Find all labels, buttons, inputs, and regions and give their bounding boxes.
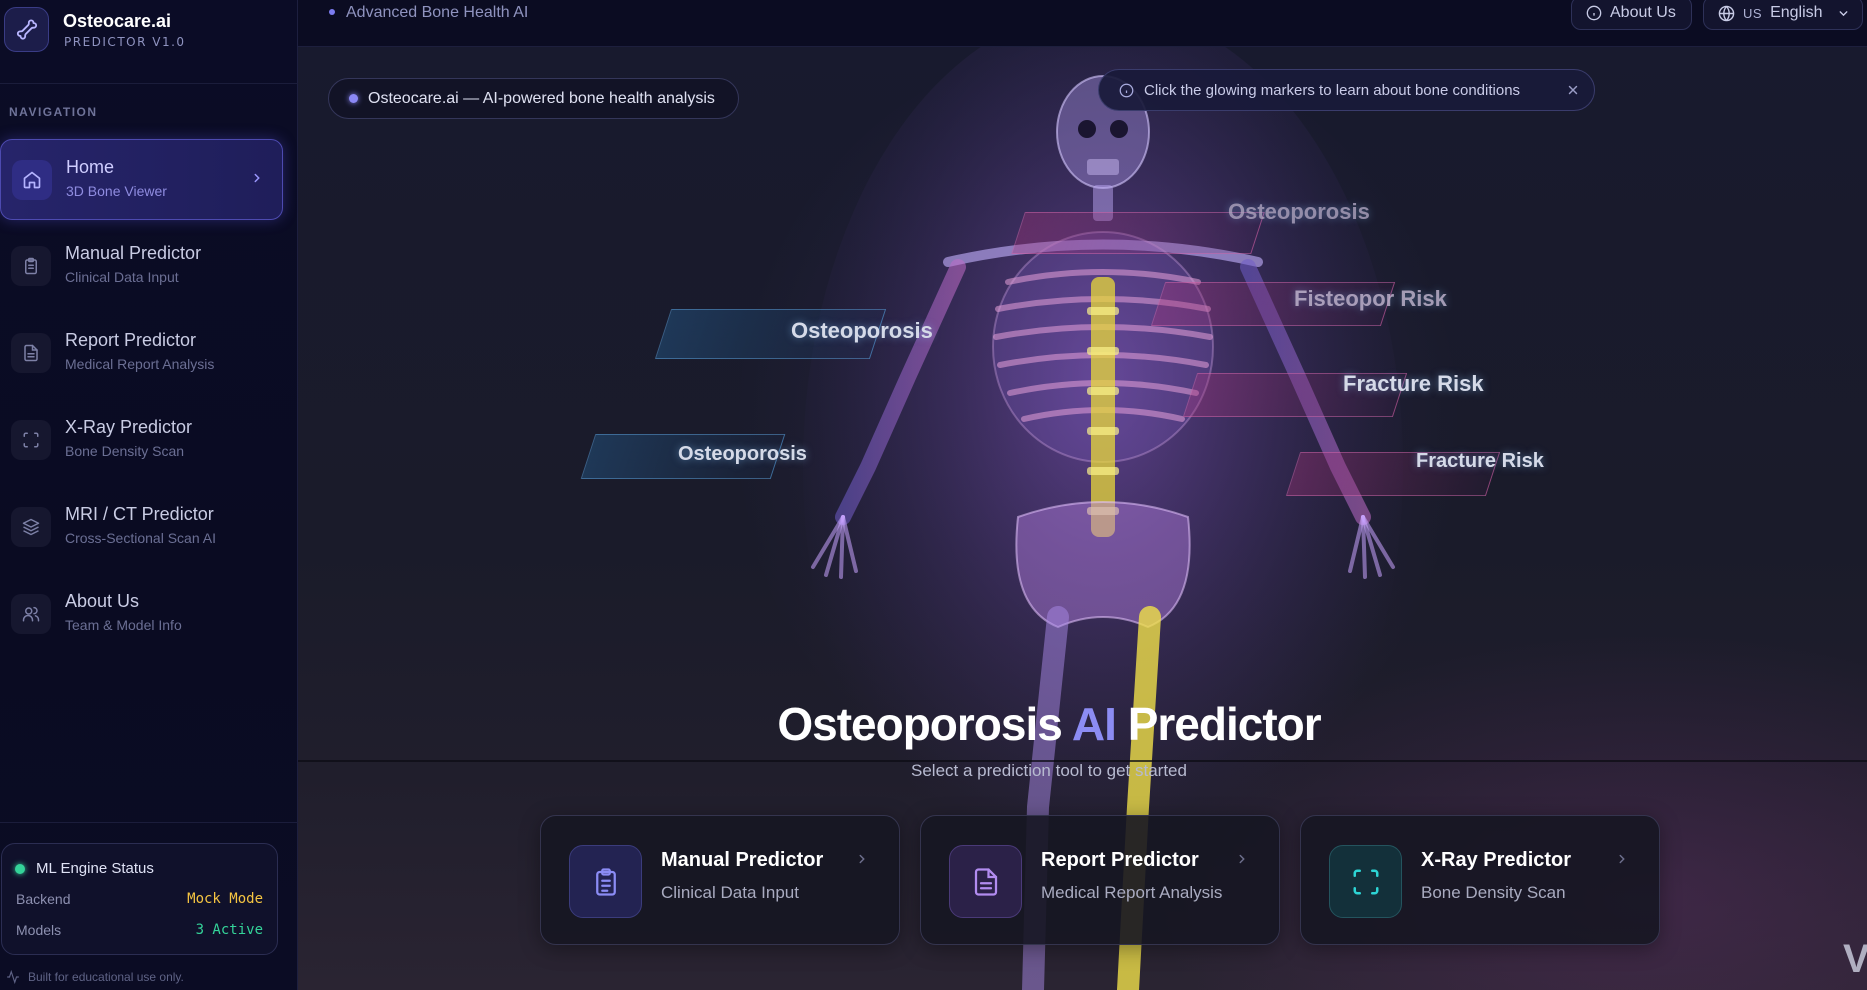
card-title: Manual Predictor <box>661 849 824 871</box>
card-subtitle: Bone Density Scan <box>1421 883 1566 902</box>
sidebar-item-report-predictor[interactable]: Report Predictor Medical Report Analysis <box>0 313 283 394</box>
sidebar-item-subtitle: Medical Report Analysis <box>65 356 215 372</box>
chevron-right-icon <box>250 171 264 190</box>
card-manual-predictor[interactable]: Manual Predictor Clinical Data Input <box>540 815 900 945</box>
brand-title: Osteocare.ai <box>63 11 172 31</box>
main-content: Osteoporosis Osteoporosis Osteoporosis F… <box>298 0 1867 990</box>
language-selector[interactable]: US English <box>1703 0 1863 30</box>
footer-text: Built for educational use only. <box>28 970 184 984</box>
topbar-dot <box>329 9 335 15</box>
topbar: Advanced Bone Health AI About Us US Engl… <box>298 0 1867 47</box>
document-icon <box>949 845 1022 918</box>
hologram-label: Osteoporosis <box>678 443 807 465</box>
hologram-label: Fisteopor Risk <box>1294 286 1447 311</box>
footer-note: Built for educational use only. <box>6 970 184 984</box>
scan-icon <box>11 420 51 460</box>
sidebar-item-mri-ct-predictor[interactable]: MRI / CT Predictor Cross-Sectional Scan … <box>0 487 283 568</box>
nav-section-label: NAVIGATION <box>9 105 98 119</box>
sidebar-item-title: Home <box>66 157 115 177</box>
sidebar-item-subtitle: 3D Bone Viewer <box>66 183 167 199</box>
sidebar: Osteocare.ai PREDICTOR V1.0 NAVIGATION H… <box>0 0 298 990</box>
sidebar-item-subtitle: Cross-Sectional Scan AI <box>65 530 216 546</box>
users-icon <box>11 594 51 634</box>
backend-label: Backend <box>16 891 71 907</box>
page-title-accent: AI <box>1071 698 1117 750</box>
home-icon <box>12 160 52 200</box>
sidebar-item-title: Manual Predictor <box>65 243 202 263</box>
sidebar-item-title: About Us <box>65 591 140 611</box>
document-icon <box>11 333 51 373</box>
sidebar-item-home[interactable]: Home 3D Bone Viewer <box>0 139 283 220</box>
brand-subtitle: PREDICTOR V1.0 <box>64 35 186 49</box>
globe-icon <box>1718 5 1735 21</box>
card-title: Report Predictor <box>1041 849 1199 871</box>
sidebar-item-xray-predictor[interactable]: X-Ray Predictor Bone Density Scan <box>0 400 283 481</box>
status-indicator <box>15 864 25 874</box>
page-title: Osteoporosis AI Predictor <box>298 697 1800 751</box>
hologram-label: Fracture Risk <box>1343 371 1484 396</box>
sidebar-item-title: MRI / CT Predictor <box>65 504 214 524</box>
ml-engine-status-card: ML Engine Status Backend Mock Mode Model… <box>1 843 278 955</box>
card-title: X-Ray Predictor <box>1421 849 1572 871</box>
chevron-right-icon <box>855 852 869 871</box>
sidebar-item-title: Report Predictor <box>65 330 197 350</box>
info-icon <box>1119 83 1134 97</box>
sidebar-item-manual-predictor[interactable]: Manual Predictor Clinical Data Input <box>0 226 283 307</box>
scan-icon <box>1329 845 1402 918</box>
hint-banner: Click the glowing markers to learn about… <box>1098 69 1595 111</box>
intro-pill-text: Osteocare.ai — AI-powered bone health an… <box>368 89 715 107</box>
chevron-right-icon <box>1235 852 1249 871</box>
activity-icon <box>7 970 19 984</box>
about-us-button[interactable]: About Us <box>1571 0 1692 30</box>
watermark-text: V <box>1843 937 1867 981</box>
card-subtitle: Medical Report Analysis <box>1041 883 1223 902</box>
models-value: 3 Active <box>195 922 263 938</box>
hologram-label: Fracture Risk <box>1416 450 1544 472</box>
hologram-label: Osteoporosis <box>1228 199 1370 224</box>
chevron-right-icon <box>1615 852 1629 871</box>
language-code: US <box>1743 5 1763 21</box>
sidebar-divider <box>0 822 298 823</box>
card-xray-predictor[interactable]: X-Ray Predictor Bone Density Scan <box>1300 815 1660 945</box>
backend-value: Mock Mode <box>187 891 263 907</box>
chevron-down-icon <box>1839 10 1847 16</box>
page-title-part2: Predictor <box>1127 698 1322 750</box>
sidebar-item-subtitle: Bone Density Scan <box>65 443 185 459</box>
page-title-part1: Osteoporosis <box>777 698 1063 750</box>
clipboard-icon <box>569 845 642 918</box>
hologram-label: Osteoporosis <box>791 318 933 343</box>
sidebar-item-about-us[interactable]: About Us Team & Model Info <box>0 574 283 655</box>
clipboard-icon <box>11 246 51 286</box>
card-report-predictor[interactable]: Report Predictor Medical Report Analysis <box>920 815 1280 945</box>
pill-dot <box>349 94 358 103</box>
intro-pill: Osteocare.ai — AI-powered bone health an… <box>328 78 739 119</box>
models-label: Models <box>16 922 62 938</box>
layers-icon <box>11 507 51 547</box>
topbar-title: Advanced Bone Health AI <box>346 4 529 21</box>
sidebar-item-title: X-Ray Predictor <box>65 417 193 437</box>
page-subtitle: Select a prediction tool to get started <box>911 761 1187 780</box>
card-subtitle: Clinical Data Input <box>661 883 799 902</box>
about-us-label: About Us <box>1610 4 1676 21</box>
bone-icon[interactable] <box>4 7 49 52</box>
hint-text: Click the glowing markers to learn about… <box>1144 81 1521 99</box>
close-icon[interactable] <box>1566 83 1580 101</box>
brand-header: Osteocare.ai PREDICTOR V1.0 <box>0 0 298 84</box>
sidebar-item-subtitle: Clinical Data Input <box>65 269 179 285</box>
language-label: English <box>1770 4 1823 21</box>
status-title: ML Engine Status <box>36 860 154 877</box>
info-icon <box>1586 5 1602 21</box>
hologram-marker[interactable] <box>1011 212 1265 254</box>
sidebar-item-subtitle: Team & Model Info <box>65 617 182 633</box>
